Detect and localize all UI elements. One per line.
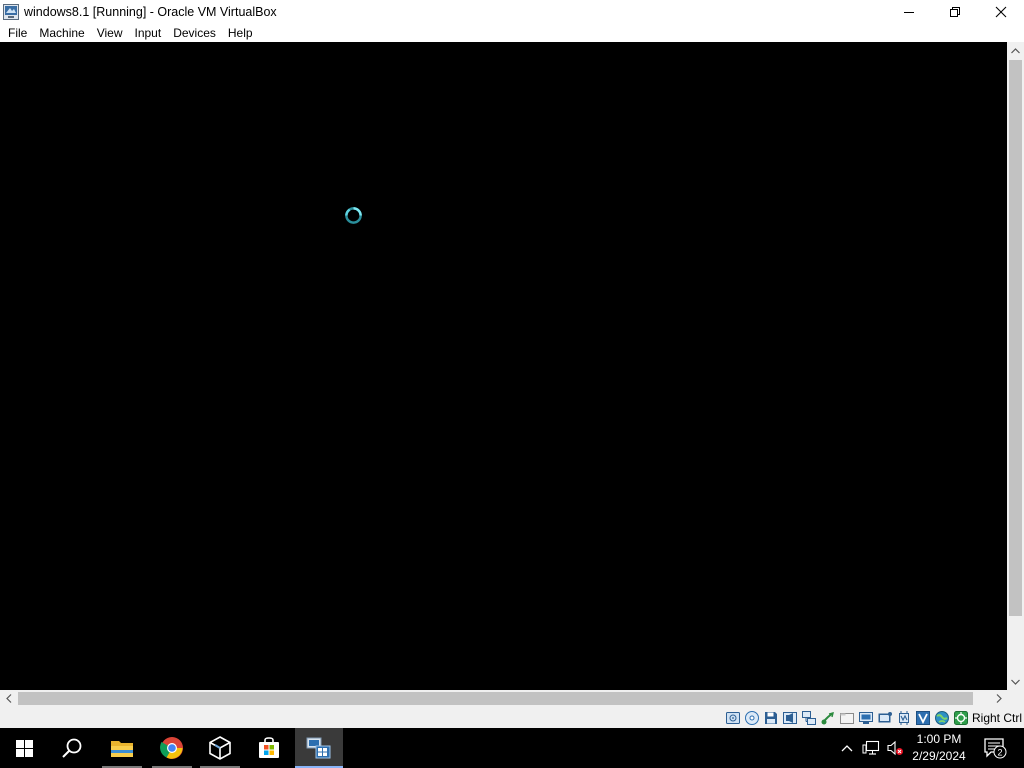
globe-icon[interactable] [934,710,950,726]
vertical-scroll-thumb[interactable] [1009,60,1022,616]
menu-bar: File Machine View Input Devices Help [0,24,1024,42]
scroll-left-button[interactable] [0,690,17,707]
usb-icon[interactable] [820,710,836,726]
start-button[interactable] [0,728,48,768]
volume-tray-button[interactable] [884,728,906,768]
chevron-up-icon [1011,47,1020,53]
windows8-vm-icon [306,737,331,759]
notification-icon: 2 [984,738,1007,759]
cpu-icon[interactable] [896,710,912,726]
window-controls [886,0,1024,24]
file-explorer-icon [111,741,133,757]
microsoft-store-icon [259,737,279,758]
close-button[interactable] [978,0,1024,24]
network-icon[interactable] [801,710,817,726]
search-icon [62,738,82,758]
vertical-scrollbar[interactable] [1007,42,1024,690]
show-hidden-icons-button[interactable] [838,728,856,768]
menu-view[interactable]: View [91,24,129,42]
chrome-icon [160,737,183,759]
title-bar[interactable]: windows8.1 [Running] - Oracle VM Virtual… [0,0,1024,24]
scroll-right-button[interactable] [990,690,1007,707]
audio-icon[interactable] [782,710,798,726]
taskbar-windows8-vm[interactable] [295,728,343,768]
taskbar-file-explorer[interactable] [98,728,146,768]
loading-spinner-icon [345,207,362,224]
menu-input[interactable]: Input [129,24,168,42]
scroll-up-button[interactable] [1007,42,1024,59]
taskbar-chrome[interactable] [148,728,196,768]
taskbar-clock[interactable]: 1:00 PM 2/29/2024 [904,728,974,768]
horizontal-scrollbar[interactable] [0,690,1007,707]
search-button[interactable] [48,728,96,768]
window-title: windows8.1 [Running] - Oracle VM Virtual… [24,5,277,19]
status-bar: Right Ctrl [0,707,1024,728]
network-tray-icon [862,740,880,755]
chevron-left-icon [5,694,11,703]
close-icon [995,6,1007,18]
taskbar-virtualbox[interactable] [196,728,244,768]
menu-devices[interactable]: Devices [167,24,222,42]
display-icon[interactable] [858,710,874,726]
chevron-up-icon [841,745,853,752]
optical-drive-icon[interactable] [744,710,760,726]
scrollbar-corner [1007,690,1024,707]
chevron-right-icon [996,694,1002,703]
restore-icon [950,7,960,17]
minimize-icon [904,12,914,13]
shared-folders-icon[interactable] [839,710,855,726]
virtualbox-vm-icon[interactable] [2,3,20,21]
volume-muted-icon [887,740,903,756]
host-key-label: Right Ctrl [971,710,1022,725]
scroll-down-button[interactable] [1007,673,1024,690]
taskbar: 1:00 PM 2/29/2024 2 [0,728,1024,768]
notification-center-button[interactable]: 2 [980,728,1010,768]
chevron-down-icon [1011,679,1020,685]
network-tray-button[interactable] [860,728,882,768]
menu-file[interactable]: File [2,24,33,42]
mouse-integration-icon[interactable] [953,710,969,726]
horizontal-scroll-thumb[interactable] [18,692,973,705]
clock-time: 1:00 PM [916,732,962,746]
vm-screen[interactable] [0,42,1007,690]
taskbar-microsoft-store[interactable] [245,728,293,768]
menu-machine[interactable]: Machine [33,24,90,42]
hard-disk-icon[interactable] [725,710,741,726]
menu-help[interactable]: Help [222,24,259,42]
notification-count: 2 [997,748,1002,758]
restore-button[interactable] [932,0,978,24]
floppy-icon[interactable] [763,710,779,726]
minimize-button[interactable] [886,0,932,24]
virtualbox-icon [209,736,231,760]
virtualization-icon[interactable] [915,710,931,726]
windows-start-icon [15,739,33,757]
clock-date: 2/29/2024 [912,749,966,763]
recording-icon[interactable] [877,710,893,726]
